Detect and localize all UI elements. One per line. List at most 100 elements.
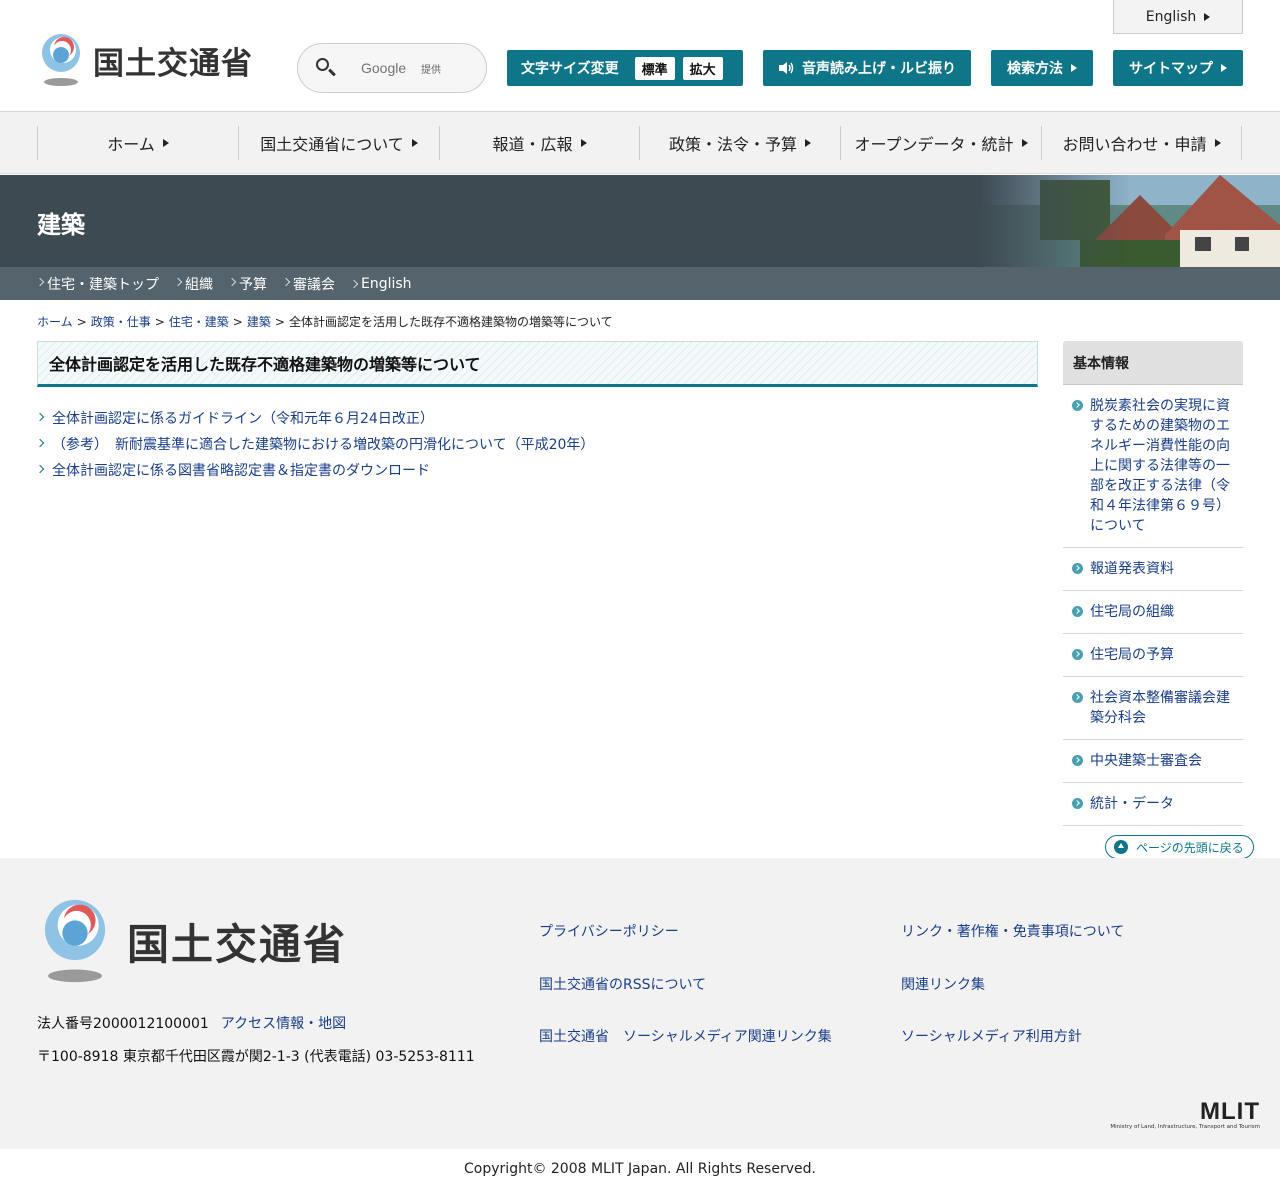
sidebar-item: 脱炭素社会の実現に資するための建築物のエネルギー消費性能の向上に関する法律等の一… <box>1063 385 1243 548</box>
subnav-item-budget[interactable]: 予算 <box>229 274 267 294</box>
sidebar-item: 報道発表資料 <box>1063 548 1243 591</box>
breadcrumb-link[interactable]: 住宅・建築 <box>169 315 229 329</box>
sitemap-button[interactable]: サイトマップ <box>1113 50 1243 86</box>
download-link[interactable]: 全体計画認定に係る図書省略認定書＆指定書のダウンロード <box>52 460 430 480</box>
mlit-logo: MLIT Ministry of Land, Infrastructure, T… <box>1100 1098 1260 1131</box>
nav-item-press[interactable]: 報道・広報 <box>439 126 639 160</box>
arrow-right-icon <box>1071 64 1077 72</box>
social-media-links-link[interactable]: 国土交通省 ソーシャルメディア関連リンク集 <box>539 1026 832 1046</box>
subnav-item-english[interactable]: English <box>351 276 412 292</box>
corporate-number: 法人番号2000012100001 <box>37 1016 209 1032</box>
nav-item-label: 政策・法令・予算 <box>668 135 797 154</box>
breadcrumb: ホーム > 政策・仕事 > 住宅・建築 > 建築 > 全体計画認定を活用した既存不適格建築物の増… <box>37 315 613 329</box>
sidebar-item: 住宅局の組織 <box>1063 591 1243 634</box>
sidebar-item: 社会資本整備審議会建築分科会 <box>1063 677 1243 740</box>
nav-item-home[interactable]: ホーム <box>37 126 238 160</box>
mlit-emblem-icon <box>42 34 80 86</box>
arrow-right-icon <box>162 139 169 147</box>
privacy-policy-link[interactable]: プライバシーポリシー <box>539 921 679 941</box>
nav-item-label: 報道・広報 <box>492 135 573 154</box>
subnav-item-council[interactable]: 審議会 <box>283 274 335 294</box>
global-nav: ホーム 国土交通省について 報道・広報 政策・法令・予算 オープンデータ・統計 … <box>0 112 1280 174</box>
nav-item-policy[interactable]: 政策・法令・予算 <box>639 126 840 160</box>
house-photo <box>980 175 1280 267</box>
search-method-label: 検索方法 <box>1007 61 1063 77</box>
nav-item-contact[interactable]: お問い合わせ・申請 <box>1041 126 1242 160</box>
breadcrumb-link[interactable]: 建築 <box>247 315 271 329</box>
arrow-right-icon <box>1204 12 1211 21</box>
sidebar-link-organization[interactable]: 住宅局の組織 <box>1090 604 1174 620</box>
arrow-right-icon <box>411 139 418 147</box>
reference-link[interactable]: （参考） 新耐震基準に適合した建築物における増改築の円滑化について（平成20年） <box>52 434 594 454</box>
sidebar-link-budget[interactable]: 住宅局の予算 <box>1090 647 1174 663</box>
sidebar-link-council[interactable]: 社会資本整備審議会建築分科会 <box>1090 690 1230 726</box>
document-link-list: 全体計画認定に係るガイドライン（令和元年６月24日改正） （参考） 新耐震基準に… <box>37 405 1037 483</box>
sidebar-link-press[interactable]: 報道発表資料 <box>1090 561 1174 577</box>
breadcrumb-current: 全体計画認定を活用した既存不適格建築物の増築等について <box>288 315 613 329</box>
list-item: 全体計画認定に係るガイドライン（令和元年６月24日改正） <box>37 405 1037 431</box>
sidebar-heading: 基本情報 <box>1063 341 1243 385</box>
mlit-logo-subtitle: Ministry of Land, Infrastructure, Transp… <box>1110 1124 1260 1130</box>
nav-item-open-data[interactable]: オープンデータ・統計 <box>840 126 1041 160</box>
site-header: 国土交通省 English 提供 文字サイズ変更 標準 拡大 音声読み上げ・ルビ… <box>0 0 1280 112</box>
sidebar: 基本情報 脱炭素社会の実現に資するための建築物のエネルギー消費性能の向上に関する… <box>1063 341 1243 826</box>
read-aloud-button[interactable]: 音声読み上げ・ルビ振り <box>763 50 971 86</box>
mlit-emblem-icon <box>44 899 106 983</box>
related-links-link[interactable]: 関連リンク集 <box>901 974 985 994</box>
access-map-link[interactable]: アクセス情報・地図 <box>221 1016 346 1032</box>
address: 〒100-8918 東京都千代田区霞が関2-1-3 (代表電話) 03-5253… <box>37 1049 475 1065</box>
read-aloud-label: 音声読み上げ・ルビ振り <box>802 61 956 77</box>
subnav-item-top[interactable]: 住宅・建築トップ <box>37 274 159 294</box>
sidebar-item: 住宅局の予算 <box>1063 634 1243 677</box>
list-item: 全体計画認定に係る図書省略認定書＆指定書のダウンロード <box>37 457 1037 483</box>
page-title: 全体計画認定を活用した既存不適格建築物の増築等について <box>37 341 1038 387</box>
page-top-button[interactable]: ページの先頭に戻る <box>1105 835 1254 859</box>
sitemap-label: サイトマップ <box>1129 61 1213 77</box>
font-size-label: 文字サイズ変更 <box>521 61 619 77</box>
arrow-up-icon <box>1114 840 1128 854</box>
sidebar-link-architect-board[interactable]: 中央建築士審査会 <box>1090 753 1202 769</box>
english-link[interactable]: English <box>1113 0 1243 34</box>
corporate-info: 法人番号2000012100001 アクセス情報・地図 <box>37 1013 346 1033</box>
copyright-disclaimer-link[interactable]: リンク・著作権・免責事項について <box>901 921 1124 941</box>
category-title: 建築 <box>37 211 85 239</box>
english-label: English <box>1145 8 1197 25</box>
sidebar-item: 統計・データ <box>1063 783 1243 826</box>
guideline-link[interactable]: 全体計画認定に係るガイドライン（令和元年６月24日改正） <box>52 408 434 428</box>
font-size-standard-button[interactable]: 標準 <box>634 56 675 80</box>
mlit-logo-text: MLIT <box>1200 1098 1260 1125</box>
footer-logo[interactable]: 国土交通省 <box>37 898 347 984</box>
site-footer: 国土交通省 法人番号2000012100001 アクセス情報・地図 〒100-89… <box>0 858 1280 1149</box>
site-logo[interactable]: 国土交通省 <box>37 32 267 88</box>
category-subnav: 住宅・建築トップ 組織 予算 審議会 English <box>0 267 1280 300</box>
nav-item-label: お問い合わせ・申請 <box>1062 135 1207 154</box>
nav-item-about[interactable]: 国土交通省について <box>238 126 439 160</box>
sidebar-item: 中央建築士審査会 <box>1063 740 1243 783</box>
arrow-right-icon <box>1214 139 1221 147</box>
list-item: （参考） 新耐震基準に適合した建築物における増改築の円滑化について（平成20年） <box>37 431 1037 457</box>
font-size-large-button[interactable]: 拡大 <box>682 56 723 80</box>
arrow-right-icon <box>1221 64 1227 72</box>
copyright: Copyright© 2008 MLIT Japan. All Rights R… <box>464 1161 816 1177</box>
footer-logo-text: 国土交通省 <box>127 919 348 969</box>
breadcrumb-link[interactable]: 政策・仕事 <box>91 315 151 329</box>
site-search: 提供 <box>297 43 487 93</box>
social-media-policy-link[interactable]: ソーシャルメディア利用方針 <box>901 1026 1082 1046</box>
nav-item-label: 国土交通省について <box>260 135 404 154</box>
sidebar-link-energy-law[interactable]: 脱炭素社会の実現に資するための建築物のエネルギー消費性能の向上に関する法律等の一… <box>1090 398 1230 534</box>
arrow-right-icon <box>1021 139 1028 147</box>
rss-link[interactable]: 国土交通省のRSSについて <box>539 974 706 994</box>
breadcrumb-link[interactable]: ホーム <box>37 315 73 329</box>
page-top-label: ページの先頭に戻る <box>1136 840 1244 855</box>
font-size-control: 文字サイズ変更 標準 拡大 <box>507 50 743 86</box>
speaker-icon <box>779 62 794 74</box>
sidebar-link-statistics[interactable]: 統計・データ <box>1090 796 1174 812</box>
category-banner: 建築 <box>0 175 1280 267</box>
search-method-button[interactable]: 検索方法 <box>991 50 1093 86</box>
subnav-item-organization[interactable]: 組織 <box>175 274 213 294</box>
arrow-right-icon <box>805 139 811 147</box>
search-input[interactable] <box>361 60 421 76</box>
nav-item-label: ホーム <box>107 135 155 154</box>
search-provider-label: 提供 <box>421 64 441 76</box>
search-icon[interactable] <box>315 57 337 79</box>
